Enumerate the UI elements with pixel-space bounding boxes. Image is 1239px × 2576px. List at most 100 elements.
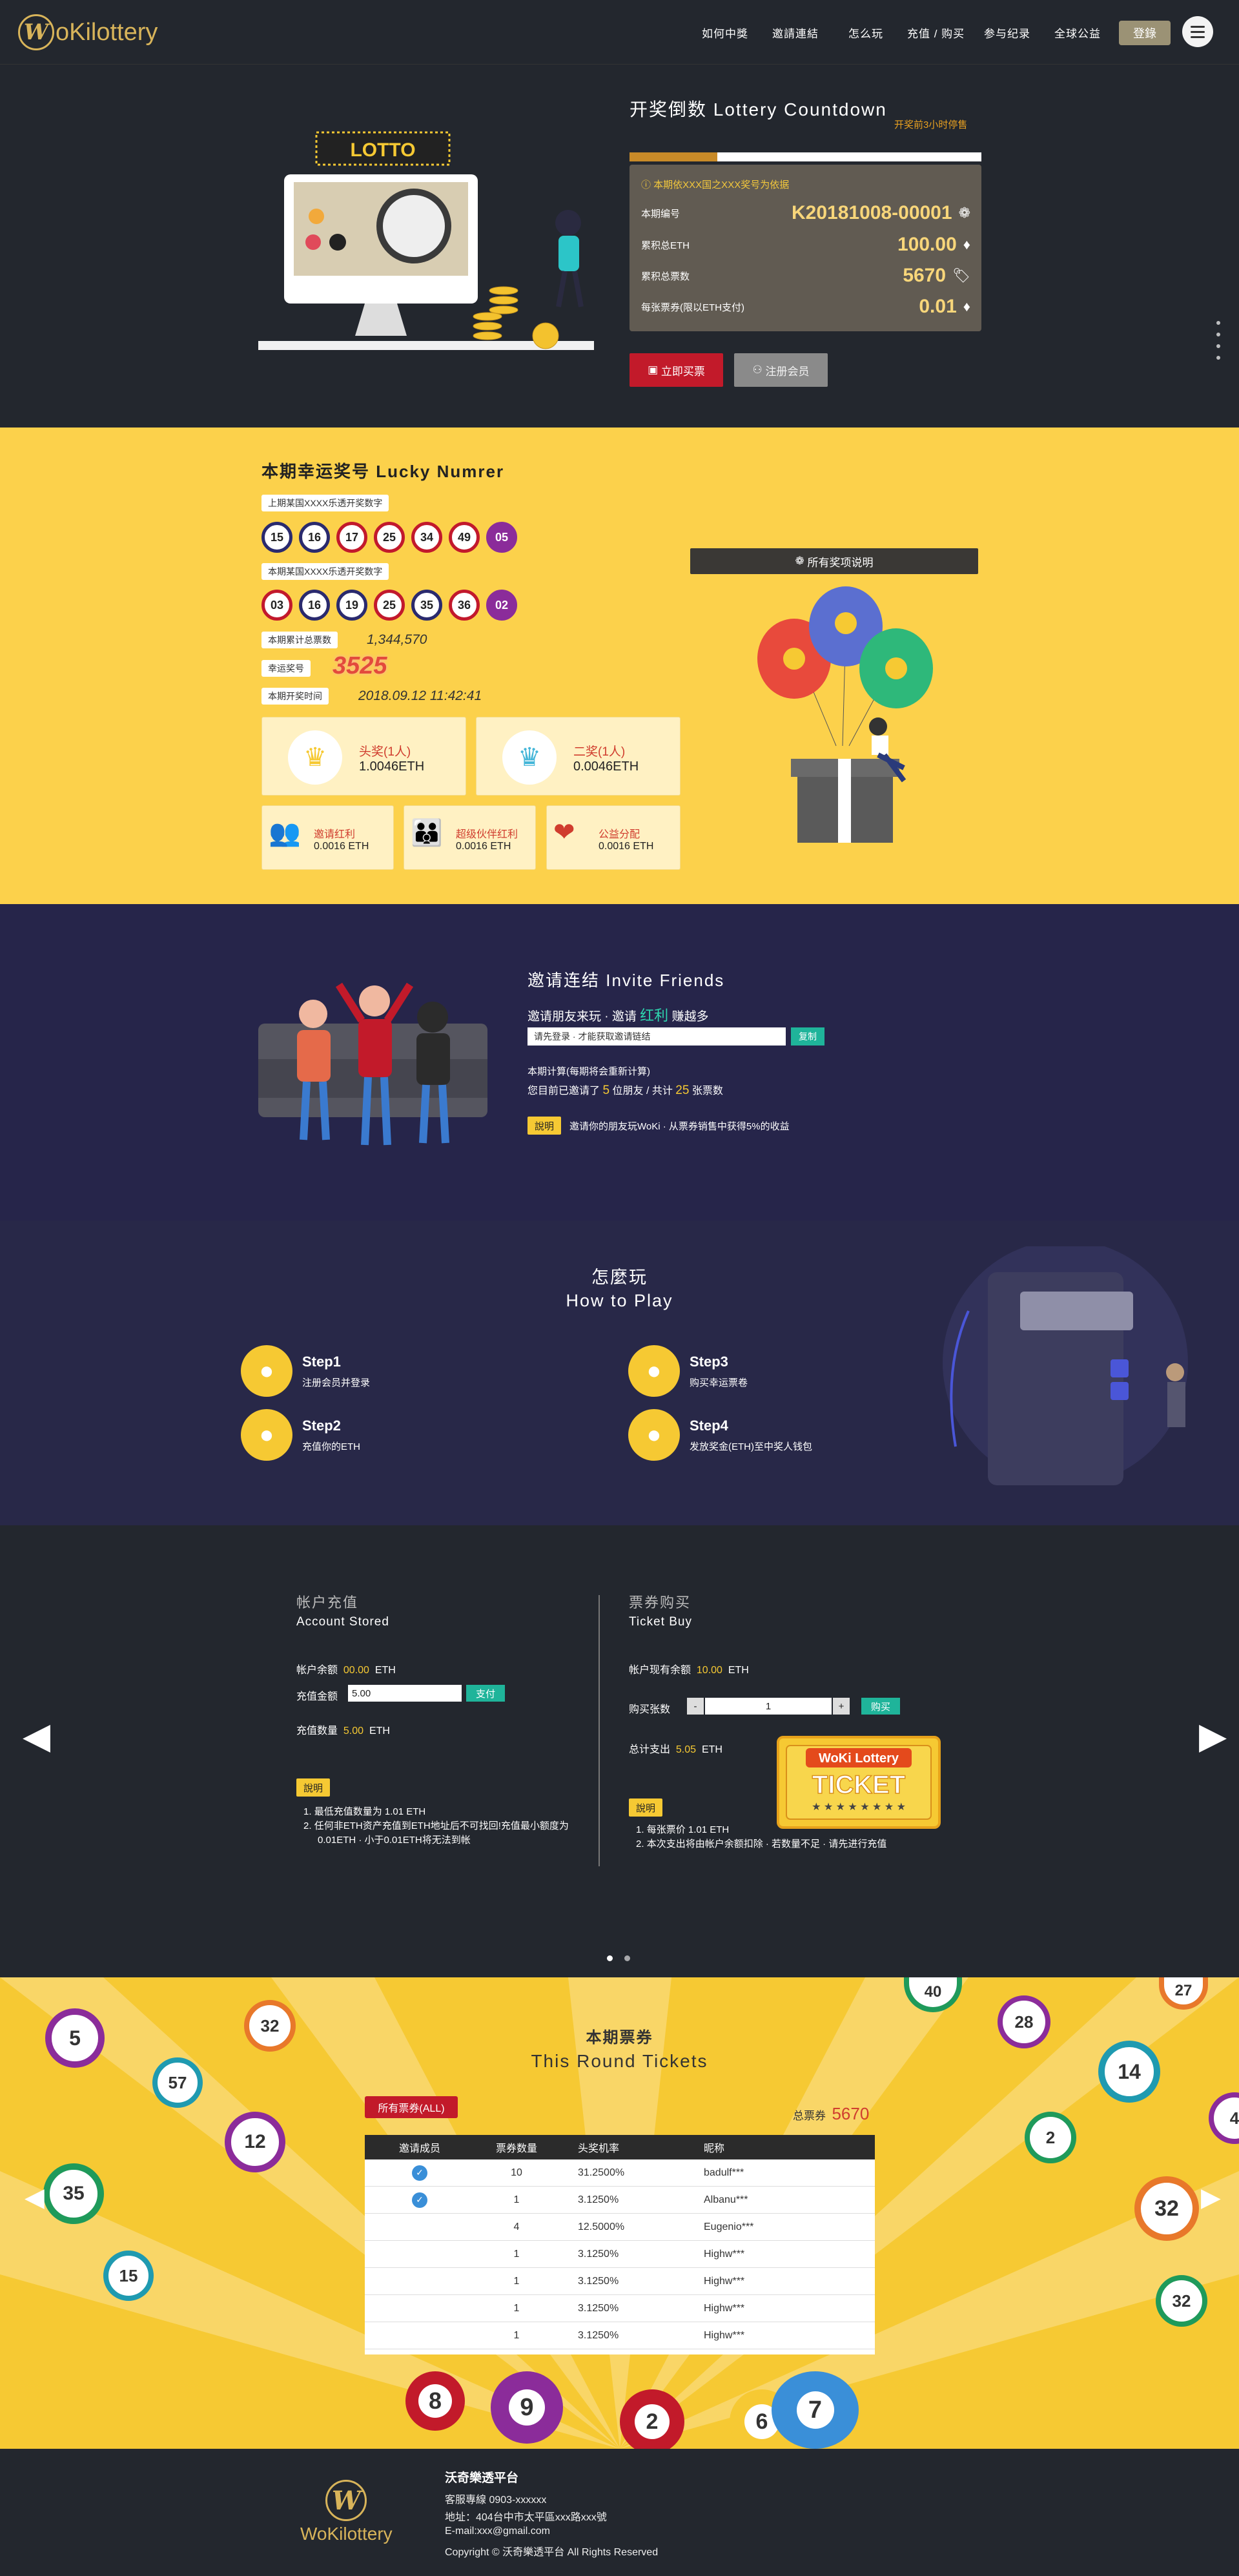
table-row: 1 3.1250% Highw*** — [365, 2295, 875, 2322]
all-tickets-button[interactable]: 所有票券(ALL) — [365, 2096, 458, 2118]
user-icon: ● — [241, 1345, 292, 1397]
step-4-name: Step4 — [690, 1417, 728, 1434]
charity-value: 0.0016 ETH — [599, 841, 654, 852]
ticket-price-value: 0.01 — [919, 296, 957, 317]
nav-records[interactable]: 参与纪录 — [984, 25, 1030, 41]
ticket-total: 总计支出 5.05 ETH — [629, 1740, 722, 1756]
ticket-balance-unit: ETH — [728, 1665, 749, 1676]
deco-ball: 9 — [491, 2371, 563, 2444]
ticket-note-2-text: 本次支出将由帐户余额扣除 · 若数量不足 · 请先进行充值 — [646, 1839, 887, 1850]
nickname-cell: Highw*** — [704, 2302, 745, 2314]
qty-minus-button[interactable]: - — [687, 1698, 704, 1715]
prev-arrow-icon[interactable]: ◀ — [25, 2183, 45, 2212]
pay-button[interactable]: 支付 — [466, 1685, 505, 1702]
footer-logo: W WoKilottery — [300, 2480, 393, 2544]
draw-time-value: 2018.09.12 11:42:41 — [358, 688, 482, 703]
how-title-cn: 怎麼玩 — [591, 1268, 648, 1287]
nav-invite-link[interactable]: 邀請連結 — [772, 25, 819, 41]
ticket-note-tag: 說明 — [629, 1798, 662, 1817]
how-title-en: How to Play — [566, 1291, 673, 1310]
invited-cell: ✓ — [365, 2192, 475, 2208]
deco-ball-number: 7 — [796, 2391, 834, 2429]
copy-button[interactable]: 复制 — [791, 1027, 824, 1046]
table-row: 4 12.5000% Eugenio*** — [365, 2214, 875, 2241]
table-row: 1 3.1250% Highw*** — [365, 2268, 875, 2295]
invite-sub-highlight: 红利 — [640, 1007, 669, 1024]
total-eth-row: 累积总ETH 100.00 ♦ — [641, 234, 970, 256]
section-pager[interactable] — [1216, 321, 1220, 360]
recharge-amount-input[interactable]: 5.00 — [348, 1685, 462, 1702]
table-row: 1 3.1250% Highw*** — [365, 2322, 875, 2349]
ticket-brand: WoKi Lottery — [819, 1751, 899, 1766]
countdown-title: 开奖倒数 Lottery Countdown — [630, 99, 887, 119]
prev-arrow-icon[interactable]: ◀ — [23, 1715, 50, 1757]
ticket-note-1-text: 每张票价 1.01 ETH — [646, 1824, 730, 1835]
buy-ticket-button[interactable]: 购买 — [861, 1698, 900, 1715]
buy-now-button[interactable]: ▣ 立即买票 — [630, 353, 723, 387]
account-balance-unit: ETH — [374, 1665, 396, 1676]
qty-plus-button[interactable]: + — [833, 1698, 850, 1715]
account-balance: 帐户余额 00.00 ETH — [296, 1661, 396, 1676]
user-icon: ● — [241, 1409, 292, 1461]
table-row: ✓ 1 3.1250% Albanu*** — [365, 2187, 875, 2214]
total-tickets-label: 累积总票数 — [641, 271, 690, 282]
ball: 15 — [261, 522, 292, 553]
carousel-dots[interactable] — [607, 1955, 630, 1961]
logo-mark: W — [18, 14, 54, 50]
count-cell: 1 — [513, 2302, 520, 2314]
ball: 25 — [374, 590, 405, 621]
top-nav: W oKilottery 如何中獎 邀請連結 怎么玩 充值 / 购买 参与纪录 … — [0, 0, 1239, 65]
invite-sub-prefix: 邀请朋友来玩 · 邀请 — [527, 1010, 637, 1024]
footer-email[interactable]: E-mail:xxx@gmail.com — [445, 2526, 550, 2537]
rate-cell: 3.1250% — [578, 2275, 619, 2287]
total-tickets-stat-label: 本期累计总票数 — [261, 632, 338, 648]
recharge-qty-unit: ETH — [369, 1726, 390, 1736]
rate-cell: 3.1250% — [578, 2329, 619, 2341]
ticket-total-unit: ETH — [701, 1744, 722, 1755]
countdown-section — [0, 65, 1239, 428]
ball: 49 — [449, 522, 480, 553]
invite-count: 您目前已邀请了 5 位朋友 / 共计 25 张票数 — [527, 1082, 723, 1098]
round-id-value: K20181008-00001 — [792, 202, 952, 223]
nav-how-to-play[interactable]: 怎么玩 — [848, 25, 883, 41]
recharge-qty-label: 充值数量 — [296, 1726, 338, 1736]
special-ball: 02 — [486, 590, 517, 621]
total-eth-label: 累积总ETH — [641, 240, 690, 251]
step-2-name: Step2 — [302, 1417, 341, 1434]
next-arrow-icon[interactable]: ▶ — [1201, 2183, 1221, 2212]
ticket-qty-input[interactable]: 1 — [705, 1698, 832, 1715]
col-nickname[interactable]: 昵称 — [688, 2139, 875, 2155]
footer-phone: 客服專線 0903-xxxxxx — [445, 2495, 547, 2506]
table-row: ✓ 10 31.2500% badulf*** — [365, 2159, 875, 2187]
count-cell: 1 — [513, 2329, 520, 2341]
user-icon: ● — [628, 1345, 680, 1397]
ticket-icon: 🏷 — [952, 267, 970, 283]
total-tickets-label: 总票券 — [793, 2110, 826, 2122]
col-count[interactable]: 票券数量 — [475, 2139, 558, 2155]
count-cell: 10 — [511, 2167, 522, 2178]
nickname-cell: Highw*** — [704, 2248, 745, 2260]
next-arrow-icon[interactable]: ▶ — [1199, 1715, 1227, 1757]
countdown-note: 开奖前3小时停售 — [894, 119, 968, 130]
nickname-cell: Highw*** — [704, 2275, 745, 2287]
logo[interactable]: W oKilottery — [18, 14, 158, 50]
nav-charity[interactable]: 全球公益 — [1054, 25, 1101, 41]
nickname-cell: Eugenio*** — [704, 2221, 754, 2232]
col-rate[interactable]: 头奖机率 — [558, 2139, 688, 2155]
nav-how-to-win[interactable]: 如何中獎 — [702, 25, 748, 41]
nav-recharge-buy[interactable]: 充值 / 购买 — [907, 25, 965, 41]
menu-icon[interactable] — [1182, 16, 1213, 47]
account-note-tag: 說明 — [296, 1778, 330, 1797]
eth-icon: ♦ — [963, 236, 970, 252]
col-invited[interactable]: 邀请成员 — [365, 2139, 475, 2155]
account-note-1-text: 最低充值数量为 1.01 ETH — [314, 1806, 426, 1817]
tickets-table: 邀请成员 票券数量 头奖机率 昵称 ✓ 10 31.2500% badulf*** ✓ 1… — [365, 2135, 875, 2354]
invite-bonus-value: 0.0016 ETH — [314, 841, 369, 852]
step-2-desc: 充值你的ETH — [302, 1441, 361, 1452]
balloon-illustration — [757, 586, 933, 843]
partner-bonus-value: 0.0016 ETH — [456, 841, 511, 852]
register-button[interactable]: ⚇ 注册会员 — [734, 353, 828, 387]
invite-link-input[interactable]: 请先登录 · 才能获取邀请链结 — [527, 1027, 786, 1046]
login-button[interactable]: 登錄 — [1119, 21, 1171, 45]
all-prizes-button[interactable]: ❁ 所有奖项说明 — [690, 548, 978, 574]
